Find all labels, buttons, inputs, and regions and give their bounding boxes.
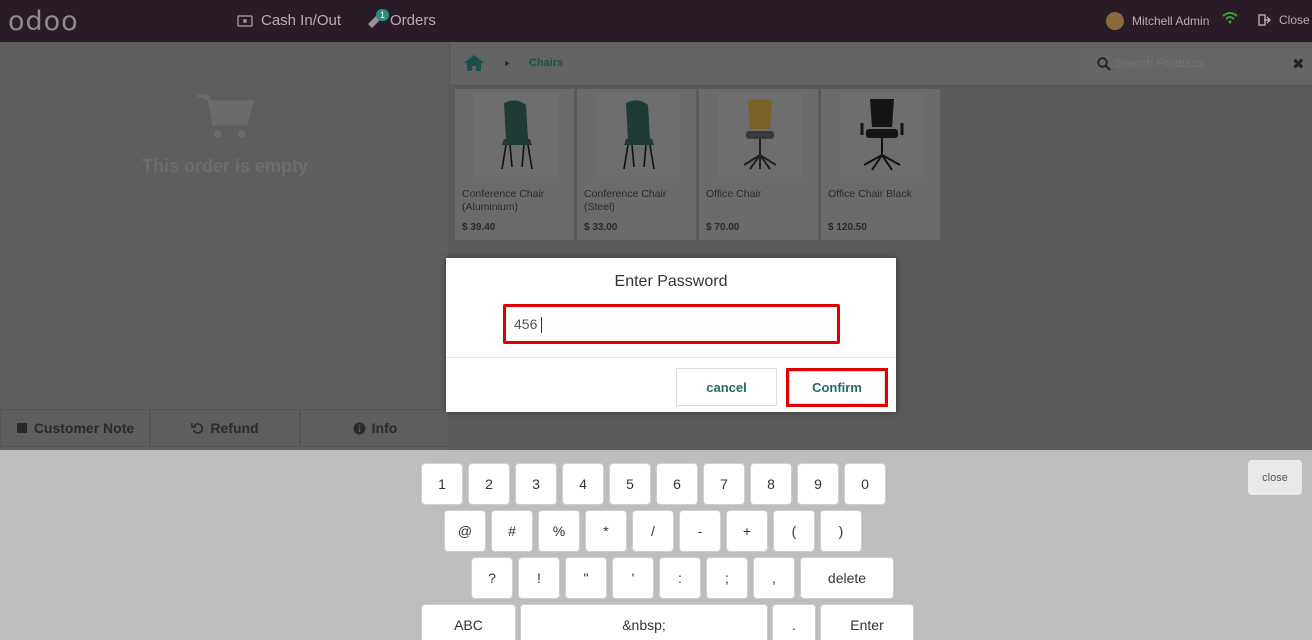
top-bar: odoo Cash In/Out Orders 1 Mitchell Admin… <box>0 0 1312 42</box>
home-icon[interactable] <box>463 54 485 72</box>
product-card[interactable]: Conference Chair (Aluminium) $ 39.40 <box>455 89 574 240</box>
refund-button[interactable]: Refund <box>150 409 300 447</box>
key[interactable]: - <box>679 510 721 552</box>
key[interactable]: ) <box>820 510 862 552</box>
product-name: Conference Chair (Steel) <box>584 188 667 213</box>
delete-key[interactable]: delete <box>800 557 894 599</box>
key[interactable]: 6 <box>656 463 698 505</box>
password-dialog: Enter Password cancel Confirm <box>446 258 896 412</box>
product-price: $ 120.50 <box>828 222 867 233</box>
cash-icon <box>237 14 253 27</box>
password-field <box>503 304 840 344</box>
key[interactable]: ? <box>471 557 513 599</box>
search-box: ✖ <box>1087 48 1312 80</box>
key[interactable]: 9 <box>797 463 839 505</box>
breadcrumb-chairs[interactable]: Chairs <box>529 57 563 69</box>
product-image <box>840 93 924 177</box>
undo-icon <box>191 422 204 434</box>
search-icon <box>1097 57 1111 71</box>
caret-right-icon: ▸ <box>505 58 511 69</box>
info-icon <box>353 422 366 434</box>
product-name: Conference Chair (Aluminium) <box>462 188 545 213</box>
key[interactable]: : <box>659 557 701 599</box>
odoo-logo: odoo <box>8 6 79 37</box>
dialog-divider <box>446 357 896 358</box>
close-label: Close <box>1279 13 1310 27</box>
product-price: $ 33.00 <box>584 222 618 233</box>
customer-note-button[interactable]: Customer Note <box>0 409 150 447</box>
text-caret <box>541 317 542 333</box>
key[interactable]: ( <box>773 510 815 552</box>
product-name: Office Chair Black <box>828 188 912 200</box>
key[interactable]: " <box>565 557 607 599</box>
product-card[interactable]: Office Chair $ 70.00 <box>699 89 818 240</box>
virtual-keyboard: close 1 2 3 4 5 6 7 8 9 0 @ # % * / - + … <box>0 450 1312 640</box>
empty-order-text: This order is empty <box>141 156 309 176</box>
order-pane: This order is empty Customer Note Refund… <box>0 42 450 450</box>
key[interactable]: 3 <box>515 463 557 505</box>
user-name: Mitchell Admin <box>1132 14 1210 28</box>
key[interactable]: 7 <box>703 463 745 505</box>
control-buttons: Customer Note Refund Info <box>0 409 450 447</box>
key[interactable]: , <box>753 557 795 599</box>
key[interactable]: + <box>726 510 768 552</box>
space-key[interactable]: &nbsp; <box>520 604 768 640</box>
breadcrumb: ▸ Chairs ✖ <box>451 42 1312 86</box>
cash-in-out-label: Cash In/Out <box>261 12 342 29</box>
key[interactable]: 5 <box>609 463 651 505</box>
enter-key[interactable]: Enter <box>820 604 914 640</box>
product-name: Office Chair <box>706 188 762 200</box>
key[interactable]: # <box>491 510 533 552</box>
note-icon <box>16 423 27 433</box>
key[interactable]: 8 <box>750 463 792 505</box>
product-image <box>474 93 558 177</box>
wifi-icon <box>1222 12 1238 24</box>
refund-label: Refund <box>210 420 259 436</box>
avatar <box>1106 12 1124 30</box>
confirm-button[interactable]: Confirm <box>789 371 885 404</box>
confirm-button-highlight: Confirm <box>786 368 888 407</box>
product-price: $ 39.40 <box>462 222 496 233</box>
key[interactable]: / <box>632 510 674 552</box>
product-image <box>596 93 680 177</box>
sign-out-icon <box>1258 14 1271 26</box>
product-card[interactable]: Office Chair Black $ 120.50 <box>821 89 940 240</box>
info-button[interactable]: Info <box>300 409 450 447</box>
key[interactable]: ' <box>612 557 654 599</box>
user-menu[interactable]: Mitchell Admin <box>1106 12 1209 30</box>
orders-count-badge: 1 <box>376 9 390 21</box>
cancel-button[interactable]: cancel <box>676 368 777 406</box>
key[interactable]: 2 <box>468 463 510 505</box>
key[interactable]: * <box>585 510 627 552</box>
orders-label: Orders <box>390 12 436 29</box>
key[interactable]: . <box>772 604 816 640</box>
product-list: Conference Chair (Aluminium) $ 39.40 Con… <box>455 89 940 240</box>
product-card[interactable]: Conference Chair (Steel) $ 33.00 <box>577 89 696 240</box>
customer-note-label: Customer Note <box>33 420 135 436</box>
key[interactable]: ; <box>706 557 748 599</box>
key[interactable]: % <box>538 510 580 552</box>
key[interactable]: 4 <box>562 463 604 505</box>
abc-key[interactable]: ABC <box>421 604 516 640</box>
key[interactable]: 0 <box>844 463 886 505</box>
keyboard-close-button[interactable]: close <box>1248 460 1302 495</box>
info-label: Info <box>371 420 398 436</box>
cash-in-out-button[interactable]: Cash In/Out <box>237 12 341 29</box>
key[interactable]: ! <box>518 557 560 599</box>
close-session-button[interactable]: Close <box>1258 13 1310 27</box>
search-input[interactable] <box>1115 56 1275 70</box>
product-image <box>718 93 802 177</box>
key[interactable]: @ <box>444 510 486 552</box>
cart-icon <box>198 94 254 138</box>
key[interactable]: 1 <box>421 463 463 505</box>
clear-search-icon[interactable]: ✖ <box>1292 55 1305 73</box>
product-price: $ 70.00 <box>706 222 740 233</box>
dialog-title: Enter Password <box>614 273 728 290</box>
password-input[interactable] <box>506 307 837 341</box>
